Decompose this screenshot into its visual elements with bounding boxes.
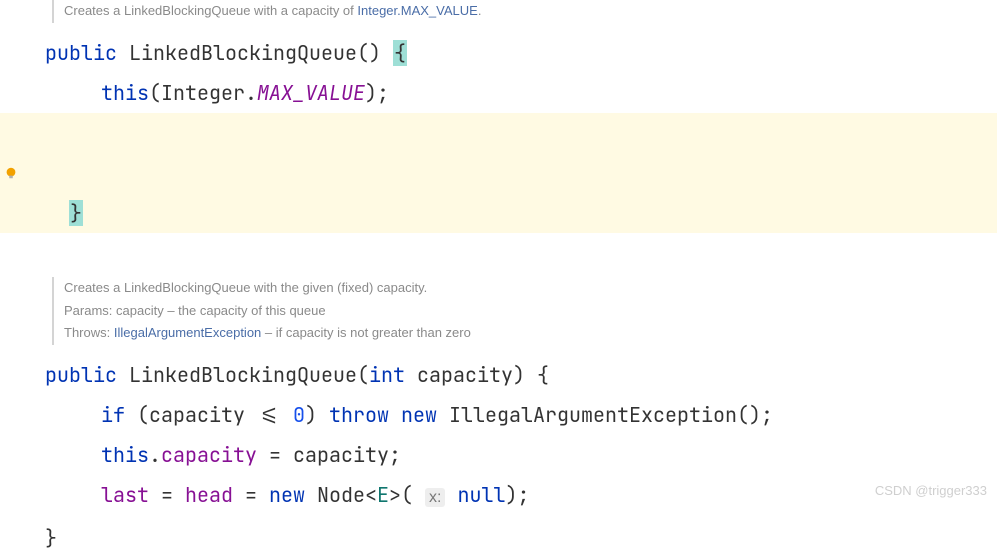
- javadoc-line: Creates a LinkedBlockingQueue with a cap…: [64, 0, 997, 23]
- number-literal: 0: [293, 402, 305, 428]
- constant-maxvalue: MAX_VALUE: [257, 80, 365, 106]
- javadoc-link[interactable]: IllegalArgumentException: [114, 325, 261, 340]
- brace-close-highlight: }: [69, 200, 83, 226]
- keyword-public: public: [45, 40, 117, 66]
- watermark-text: CSDN @trigger333: [875, 483, 987, 498]
- parens: (): [357, 40, 381, 66]
- brace-open-highlight: {: [393, 40, 407, 66]
- intention-bulb-icon[interactable]: [4, 166, 18, 180]
- exception-type: IllegalArgumentException();: [437, 402, 773, 428]
- javadoc-link[interactable]: Integer.MAX_VALUE: [357, 3, 477, 18]
- javadoc-text: .: [478, 3, 482, 18]
- code-line[interactable]: public LinkedBlockingQueue(int capacity)…: [0, 355, 997, 395]
- code-line[interactable]: last = head = new Node<E>( x: null);: [0, 475, 997, 518]
- keyword-null: null: [457, 482, 505, 508]
- constructor-name: LinkedBlockingQueue: [129, 40, 357, 66]
- type-integer: Integer: [161, 80, 245, 106]
- javadoc-params: Params: capacity – the capacity of this …: [64, 300, 997, 323]
- type-node: Node: [305, 482, 365, 508]
- field-capacity: capacity: [161, 442, 257, 468]
- javadoc-block-2: Creates a LinkedBlockingQueue with the g…: [52, 277, 997, 345]
- code-line[interactable]: this(Integer.MAX_VALUE);: [0, 73, 997, 113]
- keyword-new: new: [401, 402, 437, 428]
- javadoc-throws: Throws: IllegalArgumentException – if ca…: [64, 322, 997, 345]
- constructor-name: LinkedBlockingQueue: [129, 362, 357, 388]
- parameter-hint: x:: [425, 488, 445, 507]
- generic-type: E: [377, 482, 389, 508]
- keyword-this: this: [101, 442, 149, 468]
- javadoc-text: Creates a LinkedBlockingQueue with a cap…: [64, 3, 357, 18]
- field-last: last: [101, 482, 149, 508]
- field-head: head: [185, 482, 233, 508]
- keyword-throw: throw: [329, 402, 389, 428]
- keyword-if: if: [101, 402, 125, 428]
- code-line[interactable]: }: [0, 518, 997, 558]
- param-name: capacity: [405, 362, 513, 388]
- keyword-public: public: [45, 362, 117, 388]
- code-line[interactable]: if (capacity <= 0) throw new IllegalArgu…: [0, 395, 997, 435]
- javadoc-line: Creates a LinkedBlockingQueue with the g…: [64, 277, 997, 300]
- code-line-active[interactable]: }: [0, 113, 997, 233]
- javadoc-block-1: Creates a LinkedBlockingQueue with a cap…: [52, 0, 997, 23]
- keyword-this: this: [101, 80, 149, 106]
- keyword-new: new: [269, 482, 305, 508]
- code-line[interactable]: this.capacity = capacity;: [0, 435, 997, 475]
- brace-close: }: [45, 525, 57, 551]
- keyword-int: int: [369, 362, 405, 388]
- code-line[interactable]: public LinkedBlockingQueue() {: [0, 33, 997, 73]
